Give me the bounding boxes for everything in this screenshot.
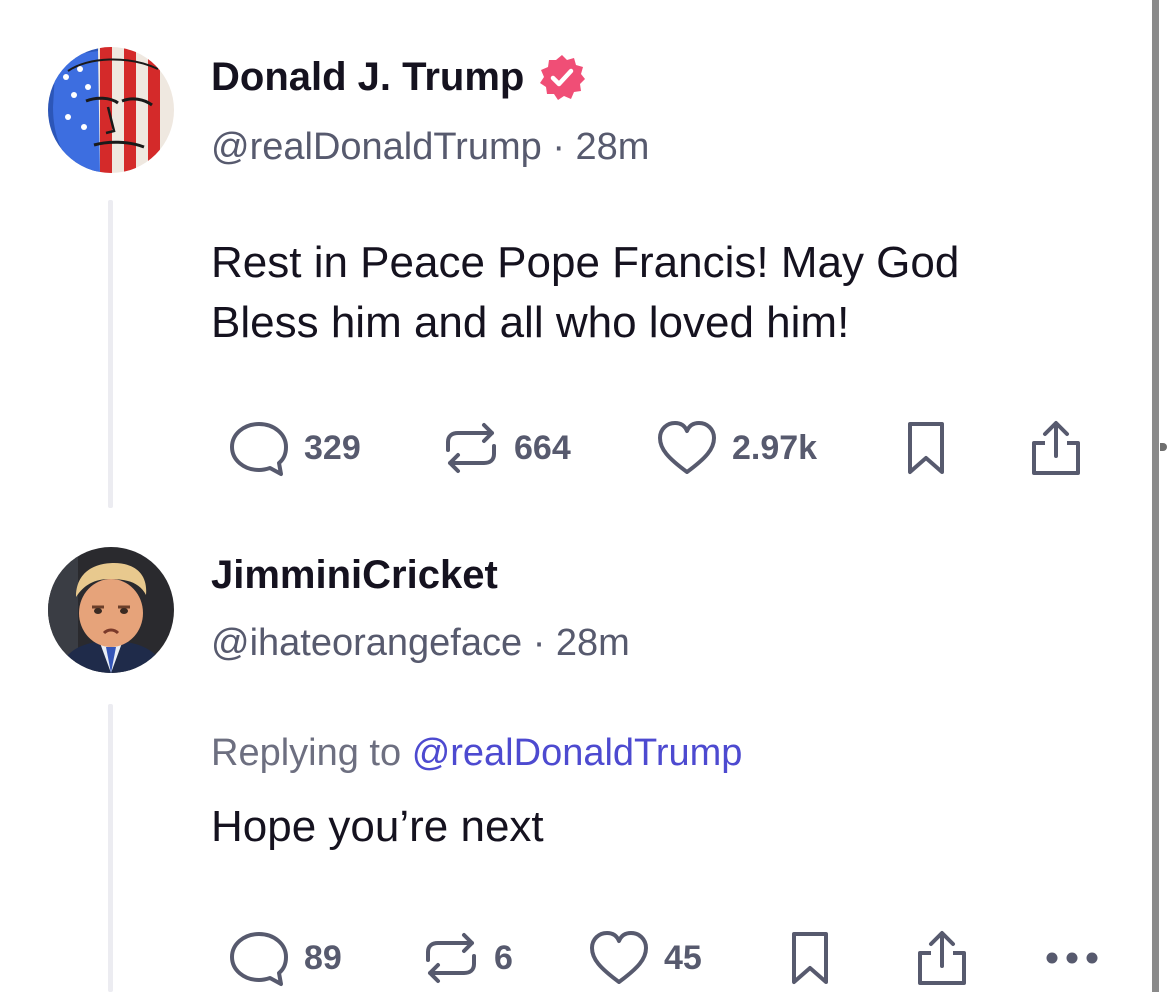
like-button[interactable]: 2.97k [656, 418, 817, 478]
action-bar: 329 664 2.97k [228, 418, 1098, 478]
reply-count: 89 [304, 938, 342, 977]
post-text: Hope you’re next [211, 797, 1111, 857]
reply-count: 329 [304, 428, 361, 467]
bookmark-icon [792, 932, 828, 984]
reply-button[interactable]: 329 [228, 418, 361, 478]
handle[interactable]: @ihateorangeface [211, 622, 522, 664]
heart-icon [590, 931, 648, 984]
reply-icon [230, 932, 288, 986]
like-count: 2.97k [732, 428, 818, 467]
post-text-line: Hope you’re next [211, 802, 544, 851]
repost-count: 664 [514, 428, 571, 467]
scrollbar[interactable] [1152, 0, 1159, 992]
post-text: Rest in Peace Pope Francis! May God Bles… [211, 233, 1111, 353]
handle-time: @ihateorangeface · 28m [211, 622, 630, 665]
avatar-jimminicricket[interactable] [48, 547, 174, 673]
more-options-button[interactable] [1042, 928, 1102, 988]
share-button[interactable] [1028, 418, 1084, 478]
post-text-line: Rest in Peace Pope Francis! May God [211, 238, 960, 287]
handle-time: @realDonaldTrump · 28m [211, 126, 649, 169]
share-button[interactable] [914, 928, 970, 988]
share-icon [918, 931, 966, 985]
display-name[interactable]: JimminiCricket [211, 550, 498, 600]
display-name-text: JimminiCricket [211, 552, 498, 597]
avatar-flag-face-icon [48, 47, 174, 173]
thread-line [108, 200, 113, 508]
avatar-photo-icon [48, 547, 174, 673]
repost-icon [426, 933, 476, 983]
heart-icon [658, 421, 716, 474]
display-name-text: Donald J. Trump [211, 54, 525, 99]
post-reply: JimminiCricket @ihateorangeface · 28m Re… [0, 520, 1150, 992]
post-main: Donald J. Trump @realDonaldTrump · 28m R… [0, 0, 1150, 520]
share-icon [1032, 421, 1080, 475]
repost-button[interactable]: 6 [422, 928, 513, 988]
timestamp[interactable]: 28m [576, 126, 650, 168]
bookmark-button[interactable] [904, 418, 948, 478]
reply-icon [230, 422, 288, 476]
timestamp[interactable]: 28m [556, 622, 630, 664]
ellipsis-icon [1046, 952, 1098, 964]
handle[interactable]: @realDonaldTrump [211, 126, 542, 168]
bookmark-button[interactable] [788, 928, 832, 988]
scroll-indicator [1160, 443, 1167, 451]
repost-count: 6 [494, 938, 513, 977]
reply-button[interactable]: 89 [228, 928, 342, 988]
repost-icon [446, 423, 496, 473]
like-count: 45 [664, 938, 702, 977]
bookmark-icon [908, 422, 944, 474]
thread-line [108, 704, 113, 992]
separator: · [532, 622, 546, 664]
action-bar: 89 6 45 [228, 928, 1108, 988]
replying-to: Replying to @realDonaldTrump [211, 732, 742, 775]
separator: · [552, 126, 565, 168]
replying-to-mention[interactable]: @realDonaldTrump [412, 732, 743, 774]
display-name[interactable]: Donald J. Trump [211, 52, 586, 102]
repost-button[interactable]: 664 [442, 418, 571, 478]
replying-to-label: Replying to [211, 732, 402, 774]
verified-badge-icon [538, 53, 586, 101]
avatar-trump-flag[interactable] [48, 47, 174, 173]
like-button[interactable]: 45 [588, 928, 702, 988]
post-text-line: Bless him and all who loved him! [211, 298, 850, 347]
